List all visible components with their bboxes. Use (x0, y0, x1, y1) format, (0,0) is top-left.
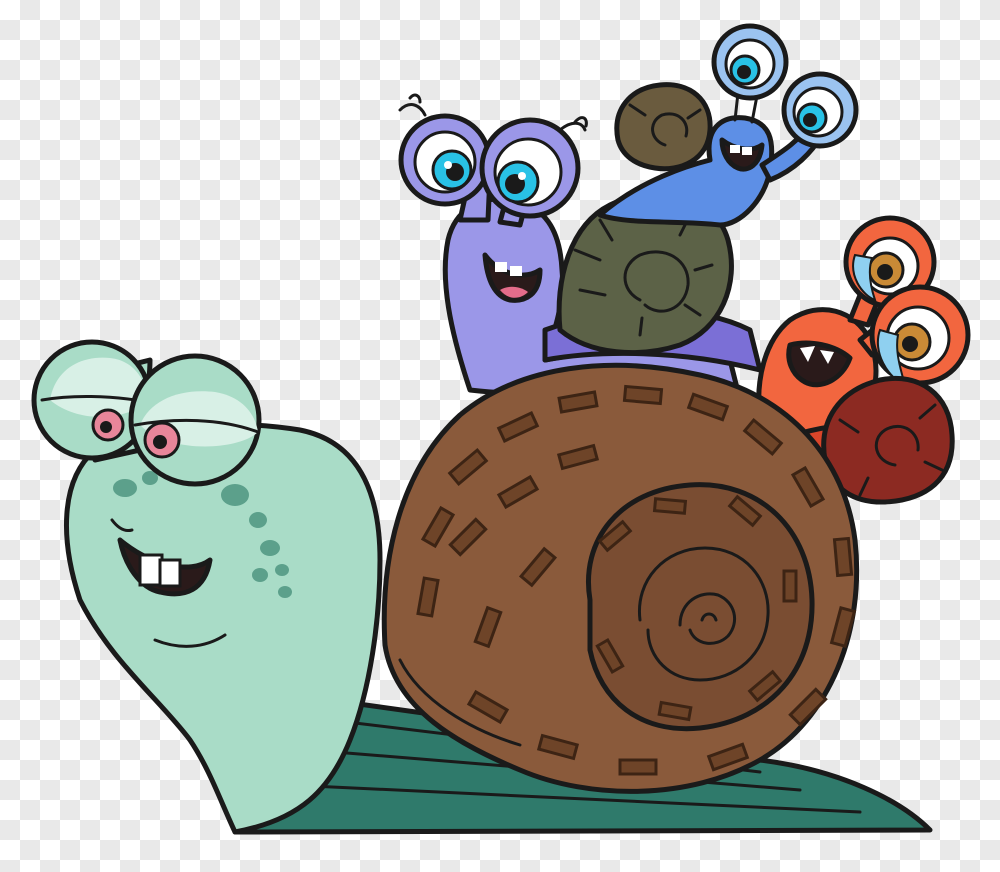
snail-group-illustration (31, 23, 971, 835)
green-snail-right-eye (128, 353, 262, 487)
illustration-canvas (0, 0, 1000, 872)
blue-snail (597, 23, 859, 228)
brown-shell (381, 362, 860, 794)
